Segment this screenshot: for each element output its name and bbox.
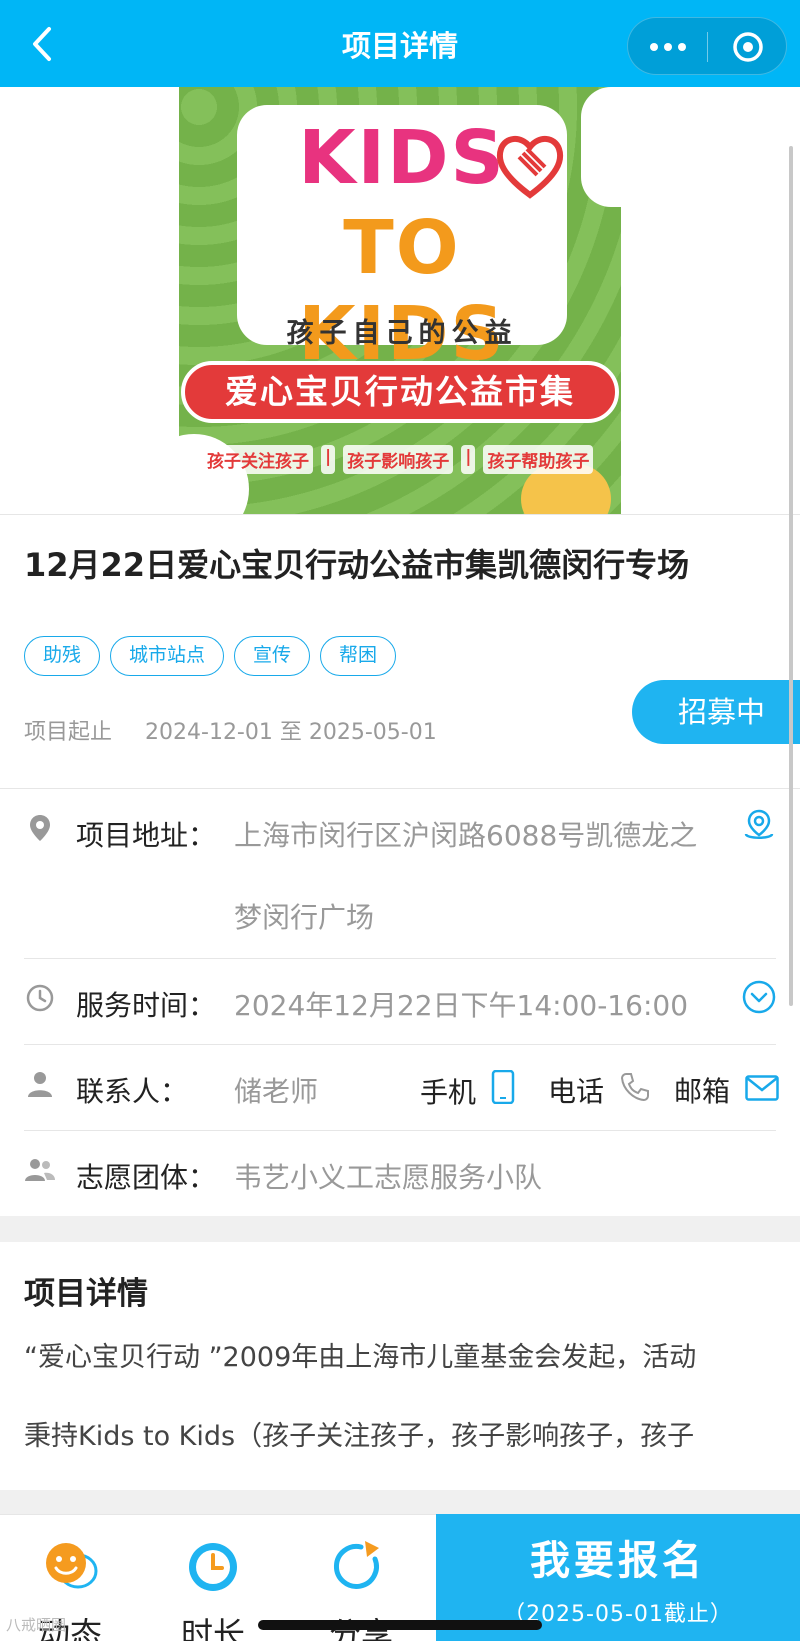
watermark: 八戒晒圈: [6, 1616, 67, 1634]
map-navigation-button[interactable]: [742, 808, 778, 844]
more-dots-icon: [650, 43, 658, 51]
group-icon: [24, 1154, 56, 1186]
service-time-value: 2024年12月22日下午14:00-16:00: [234, 989, 689, 1022]
clock-icon: [189, 1543, 237, 1591]
map-pin-icon: [744, 809, 774, 839]
address-value: 上海市闵行区沪闵路6088号凯德龙之: [234, 819, 698, 852]
heart-icon: [496, 136, 564, 199]
clock-icon: [24, 982, 56, 1014]
tab-hours[interactable]: 时长: [158, 1529, 268, 1641]
more-menu-button[interactable]: [628, 18, 708, 76]
volunteer-team-row: 志愿团体： 韦艺小义工志愿服务小队: [24, 1148, 776, 1208]
section-heading: 项目详情: [24, 1276, 148, 1312]
tag: 助残: [24, 636, 101, 676]
scrollbar[interactable]: [789, 146, 793, 1006]
expand-times-button[interactable]: [742, 980, 778, 1016]
share-icon: [333, 1541, 379, 1589]
contact-name: 储老师: [234, 1075, 319, 1108]
envelope-icon: [745, 1075, 779, 1101]
mini-program-capsule: [627, 17, 787, 75]
close-mini-program-button[interactable]: [708, 18, 788, 76]
chat-smile-icon: [46, 1543, 98, 1589]
tag: 城市站点: [110, 636, 225, 676]
person-icon: [24, 1068, 56, 1100]
tag-list: 助残 城市站点 宣传 帮困: [24, 636, 397, 676]
contact-row: 联系人： 储老师 手机 电话 邮箱: [24, 1062, 779, 1122]
address-row: 项目地址： 上海市闵行区沪闵路6088号凯德龙之 梦闵行广场: [24, 808, 776, 948]
mobile-phone-icon: [491, 1069, 515, 1105]
volunteer-team-value: 韦艺小义工志愿服务小队: [234, 1161, 543, 1194]
status-badge: 招募中: [632, 680, 800, 744]
project-dates: 项目起止 2024-12-01 至 2025-05-01: [24, 720, 437, 745]
project-banner-image: KIDS TO KIDS 孩子自己的公益 爱心宝贝行动公益市集 孩子关注孩子 |…: [179, 87, 621, 514]
location-pin-icon: [24, 812, 56, 844]
target-icon: [733, 32, 763, 62]
banner-slogans: 孩子关注孩子 | 孩子影响孩子 | 孩子帮助孩子: [203, 445, 603, 474]
phone-icon: [620, 1073, 649, 1102]
telephone-button[interactable]: 电话: [548, 1070, 651, 1110]
project-description: “爱心宝贝行动 ”2009年由上海市儿童基金会发起，活动 秉持Kids to K…: [24, 1342, 697, 1452]
home-indicator: [258, 1620, 542, 1630]
email-button[interactable]: 邮箱: [674, 1070, 779, 1110]
mobile-button[interactable]: 手机: [420, 1069, 515, 1111]
kids-to-kids-logo: KIDS TO KIDS 孩子自己的公益: [237, 105, 567, 377]
chevron-down-circle-icon: [742, 980, 776, 1014]
address-value-line2: 梦闵行广场: [234, 901, 375, 934]
top-nav-bar: 项目详情: [0, 0, 800, 87]
tag: 宣传: [234, 636, 311, 676]
project-title: 12月22日爱心宝贝行动公益市集凯德闵行专场: [24, 546, 690, 584]
service-time-row: 服务时间： 2024年12月22日下午14:00-16:00: [24, 976, 776, 1036]
tag: 帮困: [320, 636, 397, 676]
